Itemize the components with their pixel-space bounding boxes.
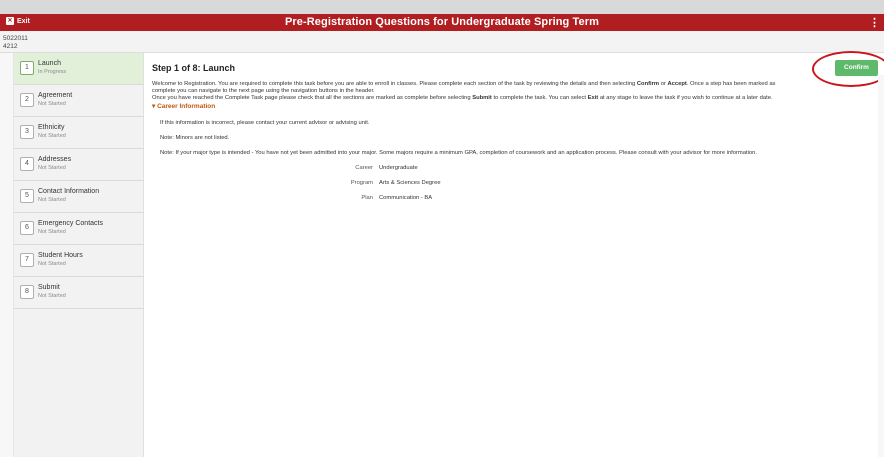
step-item-launch[interactable]: 1 Launch In Progress [14,53,143,85]
step-title: Emergency Contacts [38,220,103,227]
step-header: Step 1 of 8: Launch Confirm [152,51,884,87]
content-area: 1 Launch In Progress 2 Agreement Not Sta… [0,51,884,457]
highlight-circle [812,51,884,87]
step-title: Student Hours [38,252,83,259]
step-number: 1 [20,61,34,75]
section-title: Career Information [157,103,216,111]
plan-row: Plan Communication - BA [160,195,884,201]
step-status: Not Started [38,229,66,235]
field-label: Program [350,180,373,187]
student-id-bar: 5022011 4212 [0,31,884,53]
field-label: Plan [361,195,373,202]
program-row: Program Arts & Sciences Degree [160,180,884,186]
app-window: ✕ Exit Pre-Registration Questions for Un… [0,14,884,457]
welcome-text: Welcome to Registration. You are require… [152,81,884,101]
step-item-agreement[interactable]: 2 Agreement Not Started [14,85,143,117]
note-minors: Note: Minors are not listed. [160,135,230,142]
step-number: 8 [20,285,34,299]
welcome-text-part: to complete the task. You can select [491,94,588,101]
step-status: In Progress [38,69,67,75]
page-title: Pre-Registration Questions for Undergrad… [284,16,600,28]
note-incorrect: If this information is incorrect, please… [160,120,370,127]
career-row: Career Undergraduate [160,165,884,171]
welcome-text-part: Once you have reached the Complete Task … [152,94,473,101]
welcome-text-part: at any stage to leave the task if you wi… [598,94,773,101]
scrollbar[interactable] [878,75,884,457]
step-title: Addresses [38,156,72,163]
step-item-submit[interactable]: 8 Submit Not Started [14,277,143,309]
step-title: Submit [38,284,60,291]
step-number: 3 [20,125,34,139]
welcome-exit-keyword: Exit [587,94,599,101]
step-title: Contact Information [38,188,100,195]
step-item-student-hours[interactable]: 7 Student Hours Not Started [14,245,143,277]
career-information-toggle[interactable]: ▾ Career Information [152,102,884,110]
step-status: Not Started [38,197,66,203]
step-number: 2 [20,93,34,107]
step-status: Not Started [38,261,66,267]
career-information-section: If this information is incorrect, please… [160,120,884,201]
step-content: Step 1 of 8: Launch Confirm Welcome to R… [144,51,884,457]
step-status: Not Started [38,165,66,171]
step-number: 7 [20,253,34,267]
step-number: 4 [20,157,34,171]
step-title: Ethnicity [38,124,65,131]
step-status: Not Started [38,101,66,107]
step-heading: Step 1 of 8: Launch [152,63,236,73]
welcome-text-part: . Once a step has been marked as [686,81,776,87]
step-item-contact-information[interactable]: 5 Contact Information Not Started [14,181,143,213]
field-value: Communication - BA [379,195,433,202]
field-label: Career [355,165,373,172]
id-line-1: 5022011 [3,35,28,42]
welcome-submit-keyword: Submit [472,94,492,101]
welcome-text-line-2: complete you can navigate to the next pa… [152,87,375,94]
step-title: Agreement [38,92,73,99]
step-status: Not Started [38,293,66,299]
step-navigation: 1 Launch In Progress 2 Agreement Not Sta… [14,53,144,457]
welcome-text-part: Welcome to Registration. You are require… [152,81,637,87]
step-item-ethnicity[interactable]: 3 Ethnicity Not Started [14,117,143,149]
step-item-addresses[interactable]: 4 Addresses Not Started [14,149,143,181]
step-number: 5 [20,189,34,203]
welcome-confirm-keyword: Confirm [636,81,660,87]
step-item-emergency-contacts[interactable]: 6 Emergency Contacts Not Started [14,213,143,245]
more-menu-icon[interactable]: ⋮ [869,16,880,29]
header-bar: ✕ Exit Pre-Registration Questions for Un… [0,14,884,31]
field-value: Arts & Sciences Degree [379,180,441,187]
step-number: 6 [20,221,34,235]
id-line-2: 4212 [3,43,18,50]
note-major: Note: If your major type is intended - Y… [160,150,757,157]
step-status: Not Started [38,133,66,139]
welcome-accept-keyword: Accept [667,81,687,87]
step-title: Launch [38,60,61,67]
collapse-arrow-icon: ▾ [152,103,156,111]
collapse-strip[interactable] [0,53,14,457]
field-value: Undergraduate [379,165,418,172]
